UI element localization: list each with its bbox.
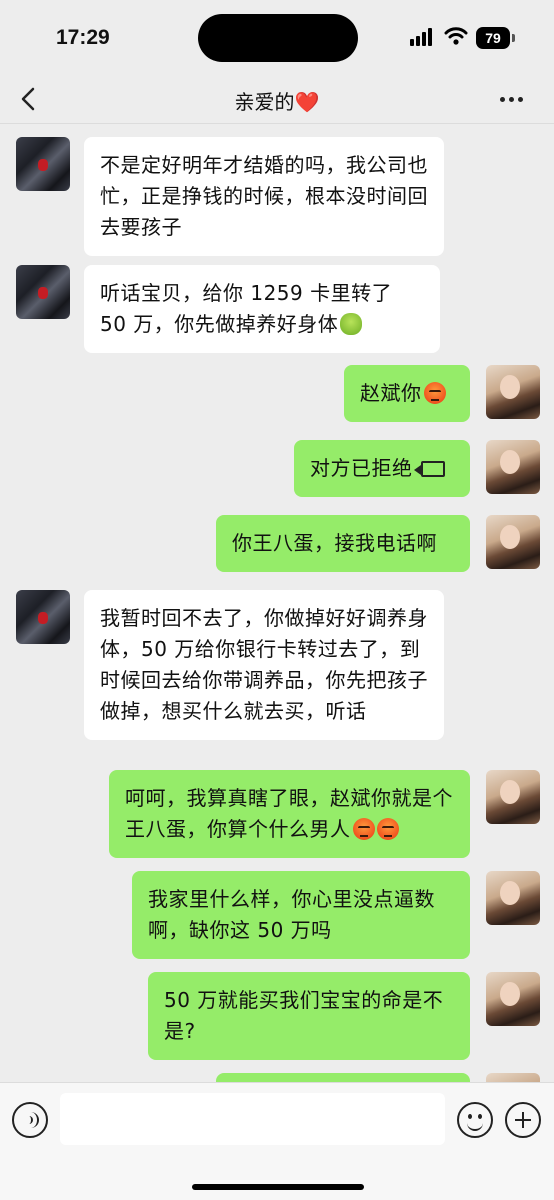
message-input-bar bbox=[0, 1082, 554, 1200]
angry-face-icon bbox=[376, 818, 399, 840]
chat-title: 亲爱的❤️ bbox=[0, 86, 554, 115]
self-avatar[interactable] bbox=[486, 770, 540, 824]
voice-input-icon[interactable] bbox=[12, 1102, 48, 1138]
message-bubble-incoming[interactable]: 听话宝贝，给你 1259 卡里转了 50 万，你先做掉养好身体 bbox=[84, 265, 440, 353]
message-text: 对方已拒绝 bbox=[310, 456, 413, 480]
message-text: 你王八蛋，接我电话啊 bbox=[232, 531, 437, 555]
message-text: 不是定好明年才结婚的吗，我公司也忙，正是挣钱的时候，根本没时间回去要孩子 bbox=[100, 153, 428, 239]
self-avatar[interactable] bbox=[486, 972, 540, 1026]
message-bubble-outgoing[interactable]: 我家里什么样，你心里没点逼数啊，缺你这 50 万吗 bbox=[132, 871, 470, 959]
self-avatar[interactable] bbox=[486, 440, 540, 494]
signal-icon bbox=[410, 28, 436, 46]
home-indicator[interactable] bbox=[192, 1184, 364, 1190]
plus-icon[interactable] bbox=[505, 1102, 541, 1138]
message-bubble-outgoing[interactable]: 50 万就能买我们宝宝的命是不是? bbox=[148, 972, 470, 1060]
battery-level: 79 bbox=[476, 27, 510, 49]
message-text: 赵斌你 bbox=[360, 381, 422, 405]
emoji-icon[interactable] bbox=[457, 1102, 493, 1138]
contact-name: 亲爱的 bbox=[234, 90, 295, 114]
message-input[interactable] bbox=[60, 1093, 445, 1145]
contact-avatar[interactable] bbox=[16, 265, 70, 319]
heart-emoji: ❤️ bbox=[294, 90, 320, 114]
message-bubble-incoming[interactable]: 不是定好明年才结婚的吗，我公司也忙，正是挣钱的时候，根本没时间回去要孩子 bbox=[84, 137, 444, 256]
angry-face-icon bbox=[423, 382, 446, 404]
message-text: 呵呵，我算真瞎了眼，赵斌你就是个王八蛋，你算个什么男人 bbox=[125, 786, 453, 841]
call-record-bubble[interactable]: 对方已拒绝 bbox=[294, 440, 470, 497]
self-avatar[interactable] bbox=[486, 1073, 540, 1082]
contact-avatar[interactable] bbox=[16, 590, 70, 644]
chat-header: 亲爱的❤️ bbox=[0, 76, 554, 124]
message-bubble-outgoing[interactable]: 你王八蛋，接我电话啊 bbox=[216, 515, 470, 572]
self-avatar[interactable] bbox=[486, 871, 540, 925]
wifi-icon bbox=[444, 27, 468, 45]
status-time: 17:29 bbox=[56, 26, 110, 49]
more-options-icon[interactable] bbox=[500, 84, 530, 114]
self-avatar[interactable] bbox=[486, 515, 540, 569]
contact-avatar[interactable] bbox=[16, 137, 70, 191]
message-text: 我暂时回不去了，你做掉好好调养身体，50 万给你银行卡转过去了，到时候回去给你带… bbox=[100, 606, 428, 723]
status-bar: 17:29 79 bbox=[0, 0, 554, 76]
angry-face-icon bbox=[352, 818, 375, 840]
message-bubble-outgoing[interactable]: 赵斌你 bbox=[344, 365, 470, 422]
video-call-icon bbox=[413, 461, 445, 477]
message-bubble-outgoing[interactable]: 呵呵，我算真瞎了眼，赵斌你就是个王八蛋，你算个什么男人 bbox=[109, 770, 470, 858]
message-text: 我家里什么样，你心里没点逼数啊，缺你这 50 万吗 bbox=[148, 887, 435, 942]
message-list[interactable]: 不是定好明年才结婚的吗，我公司也忙，正是挣钱的时候，根本没时间回去要孩子 听话宝… bbox=[0, 125, 554, 1082]
message-bubble-outgoing[interactable] bbox=[216, 1073, 470, 1082]
vomit-face-icon bbox=[340, 313, 363, 335]
dynamic-island bbox=[198, 14, 358, 62]
message-text: 50 万就能买我们宝宝的命是不是? bbox=[164, 988, 444, 1043]
self-avatar[interactable] bbox=[486, 365, 540, 419]
battery-icon: 79 bbox=[476, 27, 516, 49]
message-bubble-incoming[interactable]: 我暂时回不去了，你做掉好好调养身体，50 万给你银行卡转过去了，到时候回去给你带… bbox=[84, 590, 444, 740]
